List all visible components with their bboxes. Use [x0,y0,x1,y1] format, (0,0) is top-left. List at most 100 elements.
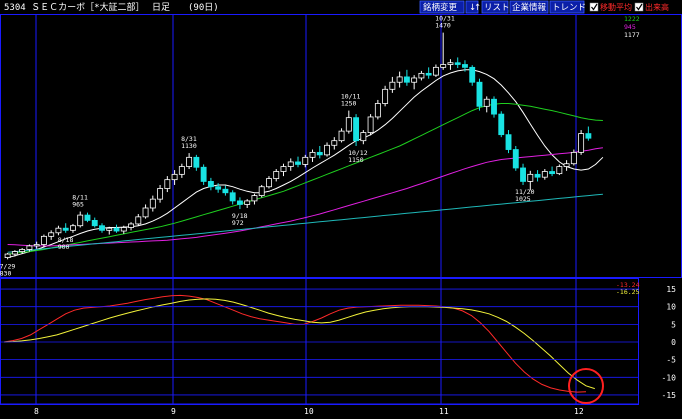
annotation-price: 972 [232,219,244,227]
trend-button[interactable]: トレンド [549,0,586,14]
annotation-price: 965 [72,201,84,209]
svg-text:出来高: 出来高 [645,2,669,12]
candle-body [309,151,316,158]
month-tick-label: 9 [171,407,176,416]
candle-body [498,113,505,136]
candle-body [520,167,526,182]
annotation-price: 1025 [515,195,531,203]
svg-text:リスト: リスト [484,3,510,13]
candle-body [113,227,120,232]
candle-body [454,62,461,65]
candle-body [258,186,265,197]
candle-body [55,227,62,234]
candle-body [505,134,512,150]
candle-body [440,64,447,68]
candle-body [120,227,127,232]
candle-body [149,198,156,209]
candle-body [40,235,47,245]
candle-body [280,166,287,172]
candle-body [534,173,541,178]
month-tick-label: 12 [574,407,584,416]
candle-body [106,227,113,231]
grid [0,15,639,405]
candle-body [99,225,105,231]
moving-average-line-ma_mid [7,103,603,255]
company-info-button[interactable]: 企業情報 [509,0,549,14]
candle-body [411,77,418,83]
candle-body [200,166,207,182]
candle-body [382,88,389,104]
list-button[interactable]: リスト [481,0,510,14]
candle-body [91,219,98,227]
up-button[interactable]: ↑ [470,1,482,13]
oscillator-tick-label: -5 [666,356,676,365]
candle-body [367,116,374,133]
oscillator-tick-label: 10 [666,303,676,312]
oscillator-panel-frame [0,278,639,405]
change-stock-button[interactable]: 銘柄変更 [419,0,465,14]
oscillator-line-slow [3,298,595,390]
oscillator-tick-label: -10 [662,373,677,382]
candle-body [447,62,454,65]
annotation-price: 1470 [435,22,451,30]
candle-body [432,66,439,76]
candle-body [135,216,142,225]
candle-body [229,192,236,202]
candle-body [360,132,367,142]
oscillator-tick-label: 15 [666,285,676,294]
stock-chart: 5304 ＳＥＣカーボ［*大証二部］ 日足 (90日) 銘柄変更 ↓ ↑ リスト… [0,0,682,416]
candle-body [215,186,222,190]
candle-body [527,173,534,182]
price-plot: 7/298308/119658/189008/3111309/1897210/1… [0,15,604,277]
candle-body [244,200,251,205]
candle-body [541,171,548,178]
candle-body [302,156,309,165]
candle-body [266,178,272,188]
svg-text:移動平均: 移動平均 [600,2,632,12]
annotation-price: 1250 [341,100,357,108]
candle-body [476,81,483,107]
candle-body [157,188,164,200]
candle-body [171,173,178,181]
candle-body [142,207,149,218]
axes: 15 10 5 0 -5 -10 -15 8 9 10 11 12 [0,285,676,416]
days-label: (90日) [188,2,219,13]
volume-checkbox[interactable]: 出来高 [634,2,669,12]
candle-body [418,72,425,79]
candle-body [425,72,432,76]
candle-body [549,171,556,175]
moving-average-checkbox[interactable]: 移動平均 [589,2,632,12]
annotation-price: 1150 [348,156,364,164]
candle-body [287,161,294,167]
candle-body [338,130,345,142]
legend-value-3: 1177 [624,31,640,39]
candle-body [178,166,185,175]
candle-body [4,253,11,259]
candle-body [186,156,193,167]
month-tick-label: 8 [34,407,39,416]
candle-body [469,66,476,83]
candle-body [251,195,258,202]
candle-body [403,76,410,83]
candle-body [374,103,381,118]
candle-body [164,179,171,189]
annotation-price: 900 [58,243,70,251]
month-tick-label: 10 [304,407,314,416]
oscillator-tick-label: -15 [662,391,677,400]
candle-body [273,171,280,179]
candle-body [345,117,352,132]
candle-body [193,156,200,168]
svg-text:銘柄変更: 銘柄変更 [423,2,458,13]
candle-body [578,133,585,153]
svg-text:企業情報: 企業情報 [512,2,547,13]
candle-body [11,251,18,255]
candle-body [207,181,214,188]
candle-body [33,244,40,247]
candle-body [77,214,84,227]
oscillator-tick-label: 0 [671,338,676,347]
svg-text:↑: ↑ [474,3,481,13]
annotation-price: 1130 [181,142,197,150]
candle-body [570,151,577,165]
month-tick-label: 11 [439,407,449,416]
candle-body [512,149,519,169]
